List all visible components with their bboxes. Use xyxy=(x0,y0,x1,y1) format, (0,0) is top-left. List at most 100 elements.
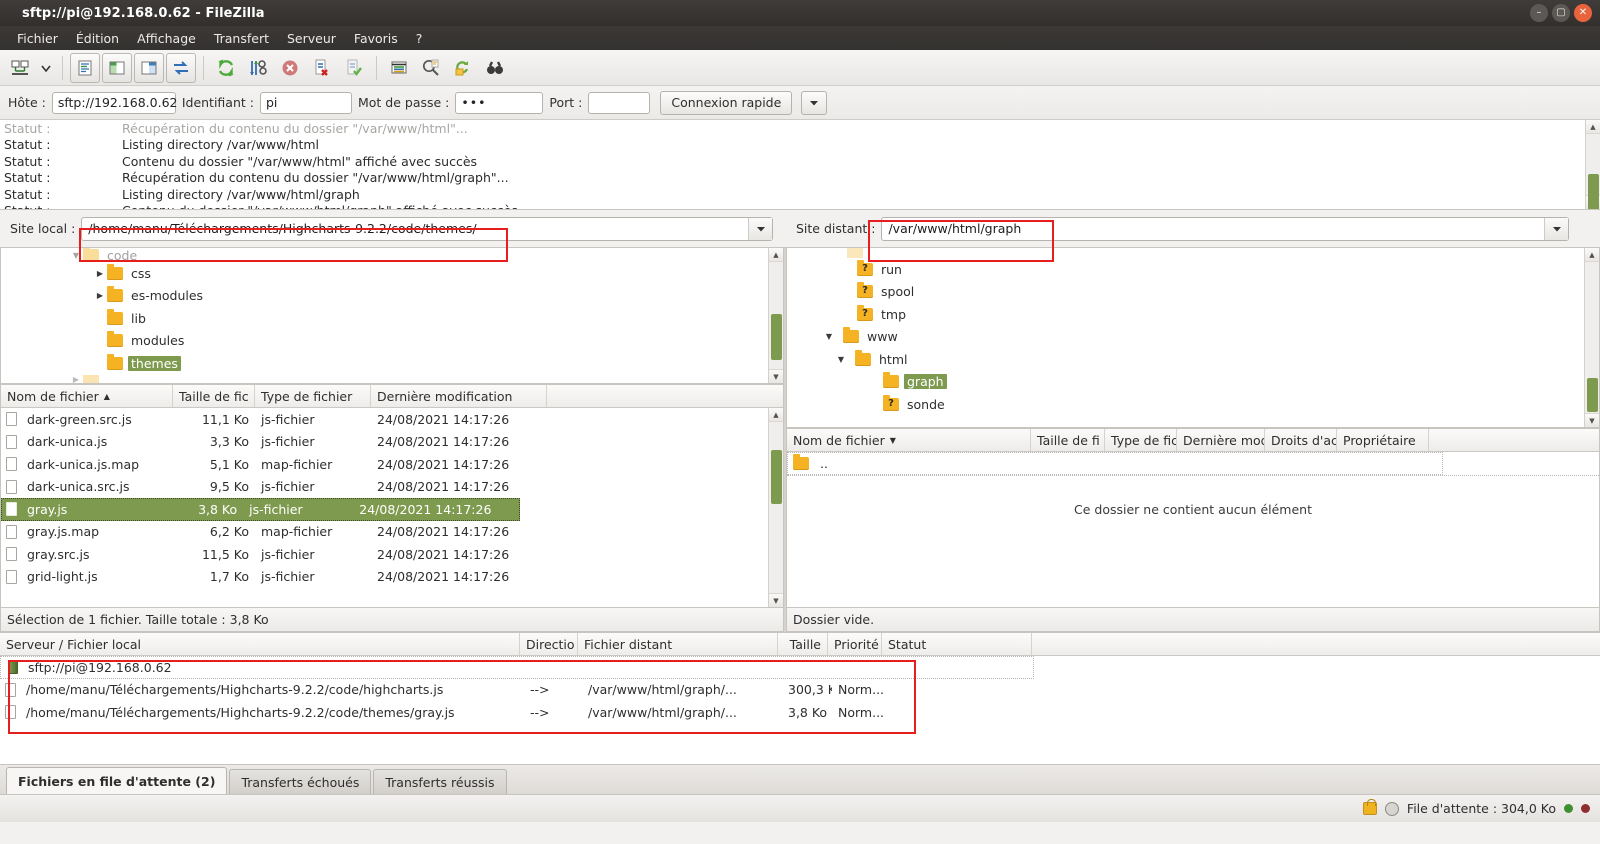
quick-connect-history-dropdown[interactable] xyxy=(801,90,828,115)
filter-icon[interactable] xyxy=(384,53,414,83)
tab-failed-transfers[interactable]: Transferts échoués xyxy=(229,769,372,794)
tree-twisty-icon[interactable]: ▶ xyxy=(69,375,83,383)
table-row[interactable]: gray.src.js 11,5 Ko js-fichier 24/08/202… xyxy=(1,543,783,566)
menu-help[interactable]: ? xyxy=(407,28,432,49)
toggle-message-log-icon[interactable] xyxy=(70,52,100,83)
table-row[interactable]: dark-unica.js 3,3 Ko js-fichier 24/08/20… xyxy=(1,431,783,454)
local-file-list-body[interactable]: dark-green.src.js 11,1 Ko js-fichier 24/… xyxy=(1,408,783,607)
toggle-transfer-queue-icon[interactable] xyxy=(166,52,196,83)
host-input[interactable]: sftp://192.168.0.62 xyxy=(51,91,178,114)
queue-column-remotefile[interactable]: Fichier distant xyxy=(578,633,778,655)
local-file-list[interactable]: Nom de fichier ▲ Taille de fic Type de f… xyxy=(0,384,784,608)
compare-directories-icon[interactable] xyxy=(416,53,446,83)
column-header-lastmodified[interactable]: Dernière modi xyxy=(1177,429,1265,451)
tree-twisty-icon[interactable]: ▶ xyxy=(93,269,107,278)
refresh-icon[interactable] xyxy=(211,53,241,83)
local-directory-tree[interactable]: ▼ code ▶ css ▶ es-modules lib modules th… xyxy=(0,248,784,384)
table-row[interactable]: grid-light.js 1,7 Ko js-fichier 24/08/20… xyxy=(1,566,783,589)
scroll-down-arrow-icon[interactable]: ▼ xyxy=(768,369,783,383)
lock-icon[interactable] xyxy=(1362,799,1377,815)
tree-row[interactable]: ▼ www xyxy=(787,326,1599,349)
tree-row-partial[interactable] xyxy=(787,248,1599,258)
local-file-scroll-thumb[interactable] xyxy=(770,450,782,504)
menu-serveur[interactable]: Serveur xyxy=(278,28,345,49)
table-row[interactable]: /home/manu/Téléchargements/Highcharts-9.… xyxy=(0,679,1600,702)
remote-tree-scroll-track[interactable] xyxy=(1584,262,1599,413)
table-row-parent-directory[interactable]: .. xyxy=(787,452,1443,475)
local-file-list-scrollbar[interactable]: ▲ ▼ xyxy=(768,408,783,607)
menu-affichage[interactable]: Affichage xyxy=(128,28,205,49)
site-manager-icon[interactable] xyxy=(5,53,35,83)
column-header-owner[interactable]: Propriétaire xyxy=(1337,429,1429,451)
table-row[interactable]: gray.js.map 6,2 Ko map-fichier 24/08/202… xyxy=(1,521,783,544)
local-site-path-combo[interactable]: /home/manu/Téléchargements/Highcharts-9.… xyxy=(81,216,774,241)
column-header-permissions[interactable]: Droits d'ac xyxy=(1265,429,1337,451)
queue-column-status[interactable]: Statut xyxy=(882,633,1032,655)
queue-server-row[interactable]: sftp://pi@192.168.0.62 xyxy=(0,656,1034,679)
queue-column-size[interactable]: Taille xyxy=(778,633,828,655)
remote-tree-scrollbar[interactable]: ▲ ▼ xyxy=(1584,248,1599,427)
search-remote-files-icon[interactable] xyxy=(480,53,510,83)
tree-row-partial[interactable]: ▶ xyxy=(1,374,783,383)
column-header-filename[interactable]: Nom de fichier ▲ xyxy=(1,385,173,407)
cancel-operation-icon[interactable] xyxy=(275,53,305,83)
username-input[interactable]: pi xyxy=(259,91,352,114)
quick-connect-button[interactable]: Connexion rapide xyxy=(660,90,793,115)
queue-column-server-localfile[interactable]: Serveur / Fichier local xyxy=(0,633,520,655)
disconnect-icon[interactable] xyxy=(307,53,337,83)
tree-twisty-icon[interactable]: ▼ xyxy=(827,355,855,364)
local-tree-scrollbar[interactable]: ▲ ▼ xyxy=(768,248,783,383)
site-manager-dropdown-icon[interactable] xyxy=(36,62,56,74)
column-header-lastmodified[interactable]: Dernière modification xyxy=(371,385,547,407)
transfer-settings-icon[interactable] xyxy=(243,53,273,83)
local-tree-scroll-track[interactable] xyxy=(768,262,783,369)
certificate-icon[interactable] xyxy=(1384,801,1399,816)
remote-directory-tree[interactable]: run spool tmp ▼ www ▼ html xyxy=(786,248,1600,428)
tree-row[interactable]: lib xyxy=(1,307,783,330)
tree-row[interactable]: run xyxy=(787,258,1599,281)
tree-row-selected[interactable]: graph xyxy=(787,371,1599,394)
tree-twisty-icon[interactable]: ▼ xyxy=(815,332,843,341)
scroll-down-arrow-icon[interactable]: ▼ xyxy=(768,593,783,607)
tree-row[interactable]: ▼ html xyxy=(787,348,1599,371)
column-header-filetype[interactable]: Type de fichier xyxy=(255,385,371,407)
minimize-button[interactable]: – xyxy=(1530,4,1548,22)
log-scroll-thumb[interactable] xyxy=(1587,174,1599,209)
menu-transfert[interactable]: Transfert xyxy=(205,28,278,49)
tree-row-selected[interactable]: themes xyxy=(1,352,783,375)
tree-row[interactable]: modules xyxy=(1,330,783,353)
local-path-dropdown-icon[interactable] xyxy=(748,217,773,240)
message-log-list[interactable]: Statut : Récupération du contenu du doss… xyxy=(0,120,1600,209)
tree-row[interactable]: tmp xyxy=(787,303,1599,326)
scroll-up-arrow-icon[interactable]: ▲ xyxy=(768,248,783,262)
column-header-filesize[interactable]: Taille de fic xyxy=(173,385,255,407)
menu-favoris[interactable]: Favoris xyxy=(345,28,407,49)
menu-edition[interactable]: Édition xyxy=(67,28,128,49)
close-button[interactable]: ✕ xyxy=(1574,4,1592,22)
local-file-scroll-track[interactable] xyxy=(768,422,783,593)
tab-queued-files[interactable]: Fichiers en file d'attente (2) xyxy=(6,767,228,794)
queue-column-direction[interactable]: Directio xyxy=(520,633,578,655)
remote-tree-scroll-thumb[interactable] xyxy=(1586,378,1598,412)
toggle-remote-tree-icon[interactable] xyxy=(134,52,164,83)
tree-row[interactable]: ▼ code xyxy=(1,248,783,262)
tree-row[interactable]: ▶ css xyxy=(1,262,783,285)
column-header-filetype[interactable]: Type de fich xyxy=(1105,429,1177,451)
remote-file-list-body[interactable]: .. Ce dossier ne contient aucun élément xyxy=(787,452,1599,607)
queue-column-priority[interactable]: Priorité xyxy=(828,633,882,655)
password-input[interactable]: ••• xyxy=(455,91,544,114)
tree-row[interactable]: spool xyxy=(787,281,1599,304)
log-scroll-track[interactable] xyxy=(1585,134,1600,209)
tab-successful-transfers[interactable]: Transferts réussis xyxy=(373,769,507,794)
table-row-selected[interactable]: gray.js 3,8 Ko js-fichier 24/08/2021 14:… xyxy=(1,498,520,521)
toggle-local-tree-icon[interactable] xyxy=(102,52,132,83)
reconnect-icon[interactable] xyxy=(339,53,369,83)
column-header-filesize[interactable]: Taille de fi xyxy=(1031,429,1105,451)
tree-row[interactable]: sonde xyxy=(787,393,1599,416)
column-header-filename[interactable]: Nom de fichier ▼ xyxy=(787,429,1031,451)
remote-site-path-combo[interactable]: /var/www/html/graph xyxy=(881,216,1570,241)
port-input[interactable] xyxy=(588,91,651,114)
table-row[interactable]: /home/manu/Téléchargements/Highcharts-9.… xyxy=(0,701,1600,724)
log-scrollbar[interactable]: ▲ ▼ xyxy=(1585,120,1600,209)
tree-twisty-icon[interactable]: ▶ xyxy=(93,291,107,300)
